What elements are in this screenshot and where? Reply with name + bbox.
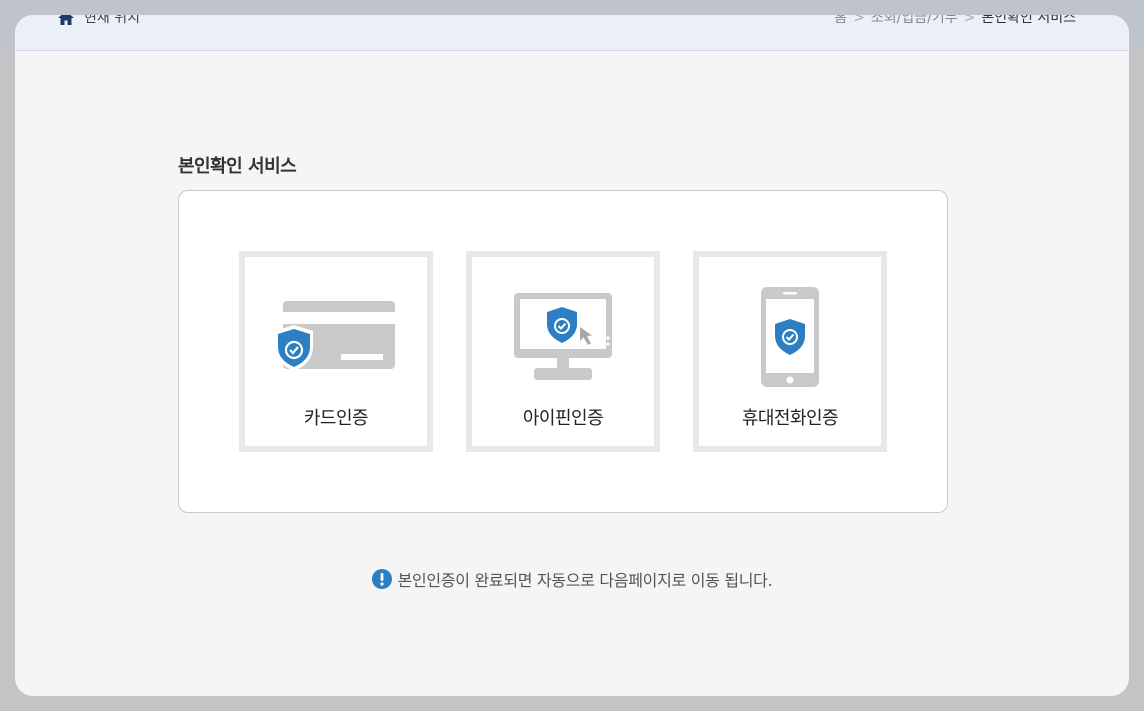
monitor-shield-icon (514, 293, 612, 380)
section-title: 본인확인 서비스 (178, 156, 297, 177)
notice-text: 본인인증이 완료되면 자동으로 다음페이지로 이동 됩니다. (397, 571, 773, 590)
mobile-verification-label: 휴대전화인증 (741, 408, 839, 429)
breadcrumb-separator: > (963, 15, 976, 26)
card-verification-button[interactable]: 카드인증 (239, 251, 433, 452)
identity-verification-modal: 현재 위치 홈 > 조회/입금/기부 > 본인확인 서비스 본인확인 서비스 카… (15, 15, 1129, 696)
breadcrumb-item-current: 본인확인 서비스 (981, 15, 1076, 26)
breadcrumb-item-inquiry[interactable]: 조회/입금/기부 (871, 15, 958, 27)
exclamation-circle-icon (371, 569, 392, 589)
auto-redirect-notice: 본인인증이 완료되면 자동으로 다음페이지로 이동 됩니다. (15, 567, 1129, 591)
breadcrumb: 현재 위치 홈 > 조회/입금/기부 > 본인확인 서비스 (15, 15, 1129, 51)
mobile-verification-button[interactable]: 휴대전화인증 (693, 251, 887, 452)
credit-card-shield-icon (275, 301, 395, 371)
breadcrumb-item-home[interactable]: 홈 (834, 15, 847, 27)
home-icon (58, 15, 74, 25)
mobile-phone-shield-icon (761, 287, 819, 387)
verification-options-panel: 카드인증 아이핀인증 휴대전화인증 (178, 190, 948, 513)
current-location-label: 현재 위치 (84, 15, 140, 26)
ipin-verification-label: 아이핀인증 (522, 408, 604, 429)
card-verification-label: 카드인증 (303, 408, 369, 429)
ipin-verification-button[interactable]: 아이핀인증 (466, 251, 660, 452)
breadcrumb-trail: 홈 > 조회/입금/기부 > 본인확인 서비스 (834, 15, 1076, 27)
breadcrumb-separator: > (853, 15, 865, 26)
